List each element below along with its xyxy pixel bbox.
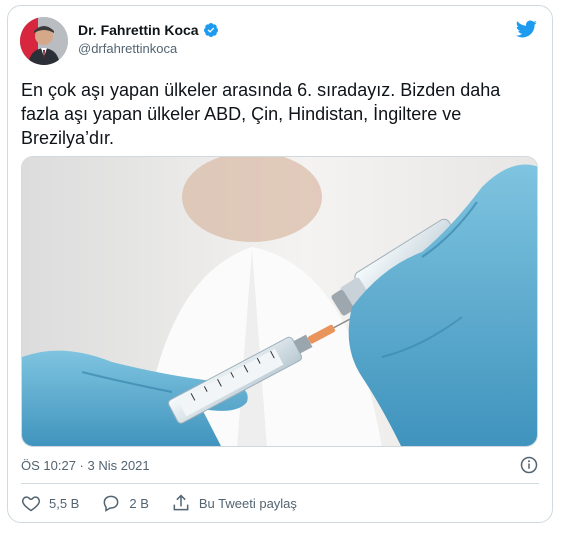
tweet-media-image[interactable]: [21, 156, 538, 447]
reply-count: 2 B: [129, 495, 149, 511]
info-icon[interactable]: [520, 456, 538, 474]
author-name-row[interactable]: Dr. Fahrettin Koca: [78, 22, 219, 38]
tweet-timestamp[interactable]: ÖS 10:27 · 3 Nis 2021: [21, 458, 150, 473]
like-button[interactable]: 5,5 B: [21, 493, 79, 513]
twitter-bird-icon[interactable]: [514, 18, 538, 40]
share-label: Bu Tweeti paylaş: [198, 495, 297, 511]
verified-badge-icon: [203, 23, 218, 37]
action-bar: 5,5 B 2 B Bu Tweeti paylaş: [21, 493, 319, 513]
author-handle[interactable]: @drfahrettinkoca: [78, 41, 177, 56]
reply-button[interactable]: 2 B: [101, 493, 149, 513]
tweet-text: En çok aşı yapan ülkeler arasında 6. sır…: [21, 80, 501, 148]
avatar[interactable]: [20, 17, 68, 65]
avatar-image: [20, 17, 68, 65]
share-button[interactable]: Bu Tweeti paylaş: [171, 493, 297, 513]
share-icon: [173, 494, 189, 511]
like-count: 5,5 B: [49, 495, 80, 511]
tweet-card: Dr. Fahrettin Koca @drfahrettinkoca En ç…: [7, 5, 553, 523]
divider: [21, 483, 539, 484]
heart-icon: [22, 496, 40, 512]
author-name[interactable]: Dr. Fahrettin Koca: [78, 22, 199, 38]
vaccine-photo: [22, 157, 537, 446]
reply-icon: [103, 495, 119, 512]
